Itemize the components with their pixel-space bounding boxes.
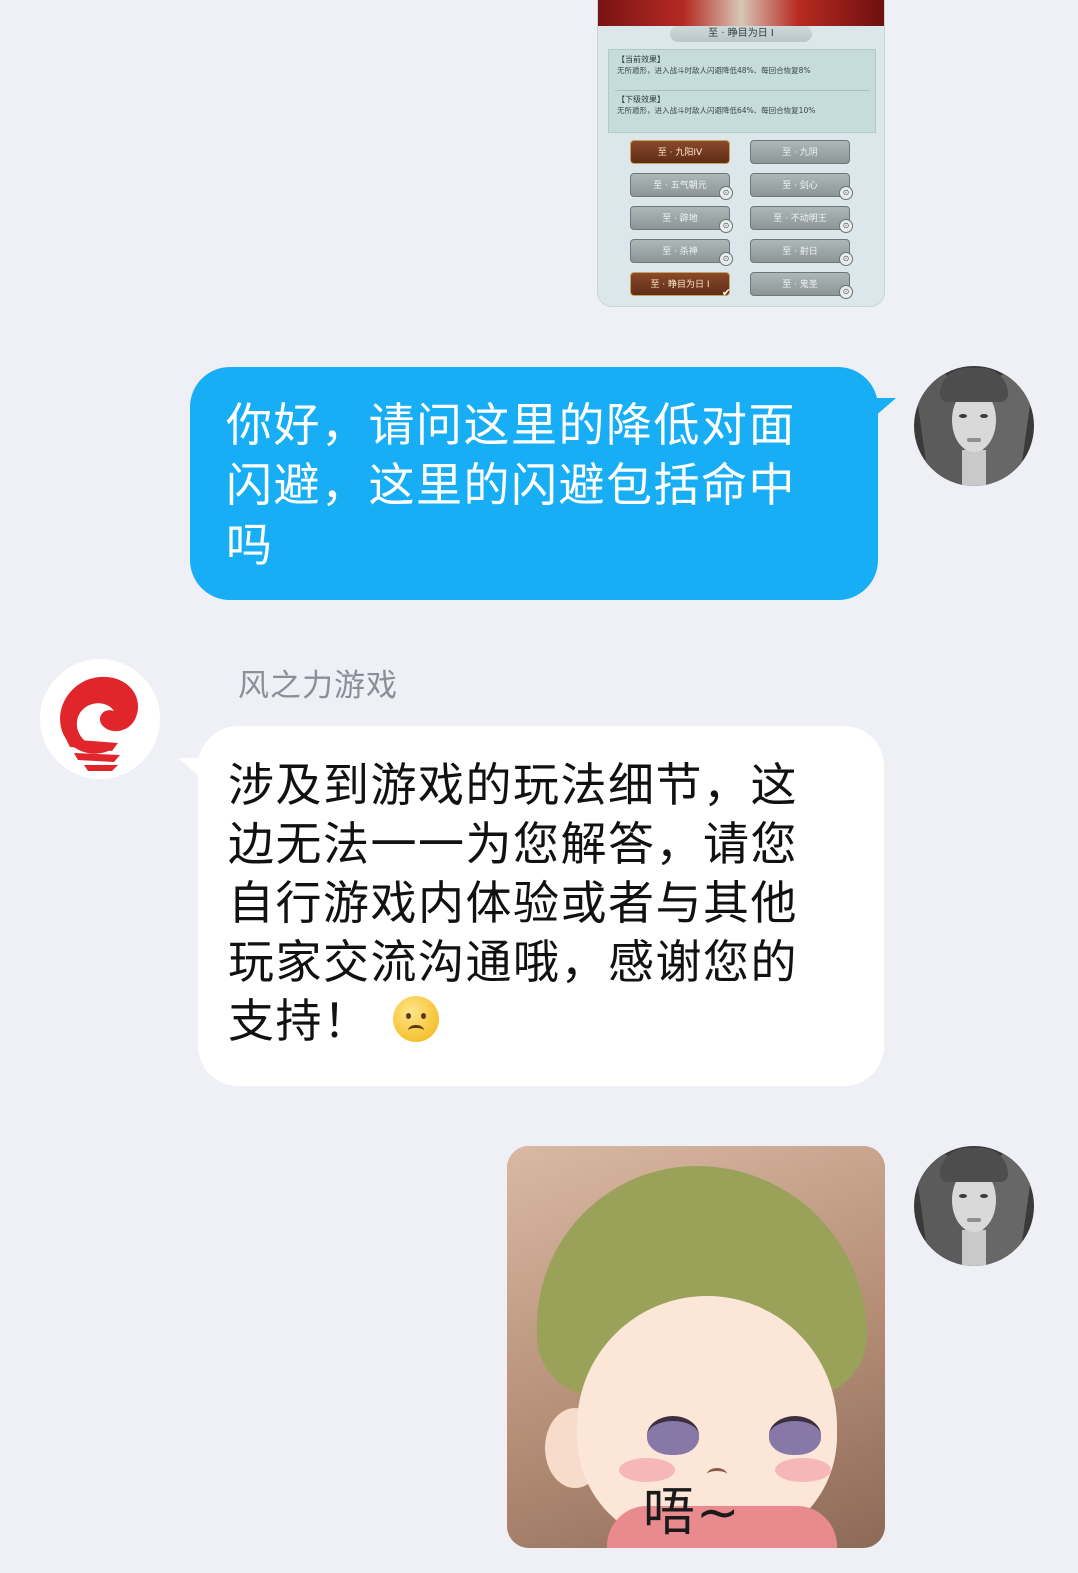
brand-avatar[interactable]: [40, 659, 160, 779]
skill-label: 至 · 杀神: [662, 247, 698, 257]
reply-message-text: 涉及到游戏的玩法细节，这边无法一一为您解答，请您自行游戏内体验或者与其他玩家交流…: [228, 758, 798, 1048]
lock-icon: ⊙: [839, 219, 853, 233]
avatar-eye: [959, 1194, 967, 1198]
skill-button-wuqi: 至 · 五气朝元 ⊙: [630, 173, 733, 200]
skill-title: 至 · 睁目为日 I: [670, 26, 812, 42]
user-message-text: 你好，请问这里的降低对面闪避，这里的闪避包括命中吗: [226, 398, 796, 572]
skill-label: 至 · 辟地: [662, 214, 698, 224]
skill-button-pidi: 至 · 辟地 ⊙: [630, 206, 733, 233]
skill-label: 至 · 剑心: [782, 181, 818, 191]
sticker-eye: [647, 1416, 699, 1455]
sender-name: 风之力游戏: [238, 668, 398, 704]
skill-label: 至 · 五气朝元: [653, 181, 707, 191]
effects-divider: [615, 90, 869, 91]
next-effect-text: 无所遁形，进入战斗时敌人闪避降低64%、每回合恢复10%: [617, 106, 816, 115]
game-screenshot-image[interactable]: 至 · 睁目为日 I 【当前效果】 无所遁形，进入战斗时敌人闪避降低48%、每回…: [598, 0, 884, 306]
skill-label: 至 · 睁目为日 I: [650, 280, 710, 290]
skill-label: 至 · 不动明王: [773, 214, 827, 224]
skill-button-guisheng: 至 · 鬼圣 ⊙: [750, 272, 853, 299]
avatar-eye: [959, 414, 967, 418]
skill-label: 至 · 九阳IV: [657, 148, 703, 158]
sticker-blush: [775, 1458, 831, 1482]
sticker-image[interactable]: 唔~: [507, 1146, 885, 1548]
lock-icon: ⊙: [719, 219, 733, 233]
skill-label: 至 · 射日: [782, 247, 818, 257]
brand-logo-icon: [60, 676, 139, 771]
user-avatar[interactable]: [914, 1146, 1034, 1266]
skill-button-zhengmuweiri: 至 · 睁目为日 I ✔: [630, 272, 731, 299]
avatar-hair: [940, 1148, 1008, 1182]
skill-label: 至 · 鬼圣: [782, 280, 818, 290]
avatar-neck: [962, 1230, 986, 1266]
sad-face-emoji-icon: [392, 995, 439, 1042]
skill-button-jiuyin: 至 · 九阴: [750, 140, 850, 164]
sticker-eye: [769, 1416, 821, 1455]
skill-button-budongmingwang: 至 · 不动明王 ⊙: [750, 206, 853, 233]
game-artwork-banner: [598, 0, 884, 26]
skill-button-jiuyang: 至 · 九阳IV: [630, 140, 730, 164]
avatar-eye: [980, 1194, 988, 1198]
check-icon: ✔: [721, 286, 731, 299]
lock-icon: ⊙: [839, 186, 853, 200]
lock-icon: ⊙: [839, 252, 853, 266]
sticker-caption: 唔~: [643, 1483, 741, 1543]
next-effect-heading: 【下级效果】: [617, 95, 665, 104]
avatar-lips: [967, 438, 981, 442]
reply-message-bubble[interactable]: 涉及到游戏的玩法细节，这边无法一一为您解答，请您自行游戏内体验或者与其他玩家交流…: [198, 726, 884, 1086]
avatar-neck: [962, 450, 986, 486]
avatar-eye: [980, 414, 988, 418]
current-effect-text: 无所遁形，进入战斗时敌人闪避降低48%、每回合恢复8%: [617, 66, 811, 75]
current-effect-heading: 【当前效果】: [617, 55, 665, 64]
lock-icon: ⊙: [719, 252, 733, 266]
skill-button-sheri: 至 · 射日 ⊙: [750, 239, 853, 266]
avatar-hair: [940, 368, 1008, 402]
skill-label: 至 · 九阴: [782, 148, 818, 158]
skill-button-shashen: 至 · 杀神 ⊙: [630, 239, 733, 266]
avatar-lips: [967, 1218, 981, 1222]
user-avatar[interactable]: [914, 366, 1034, 486]
lock-icon: ⊙: [839, 285, 853, 299]
skill-button-jianxin: 至 · 剑心 ⊙: [750, 173, 853, 200]
user-message-bubble[interactable]: 你好，请问这里的降低对面闪避，这里的闪避包括命中吗: [190, 367, 878, 600]
effects-panel: 【当前效果】 无所遁形，进入战斗时敌人闪避降低48%、每回合恢复8% 【下级效果…: [608, 49, 876, 133]
lock-icon: ⊙: [719, 186, 733, 200]
